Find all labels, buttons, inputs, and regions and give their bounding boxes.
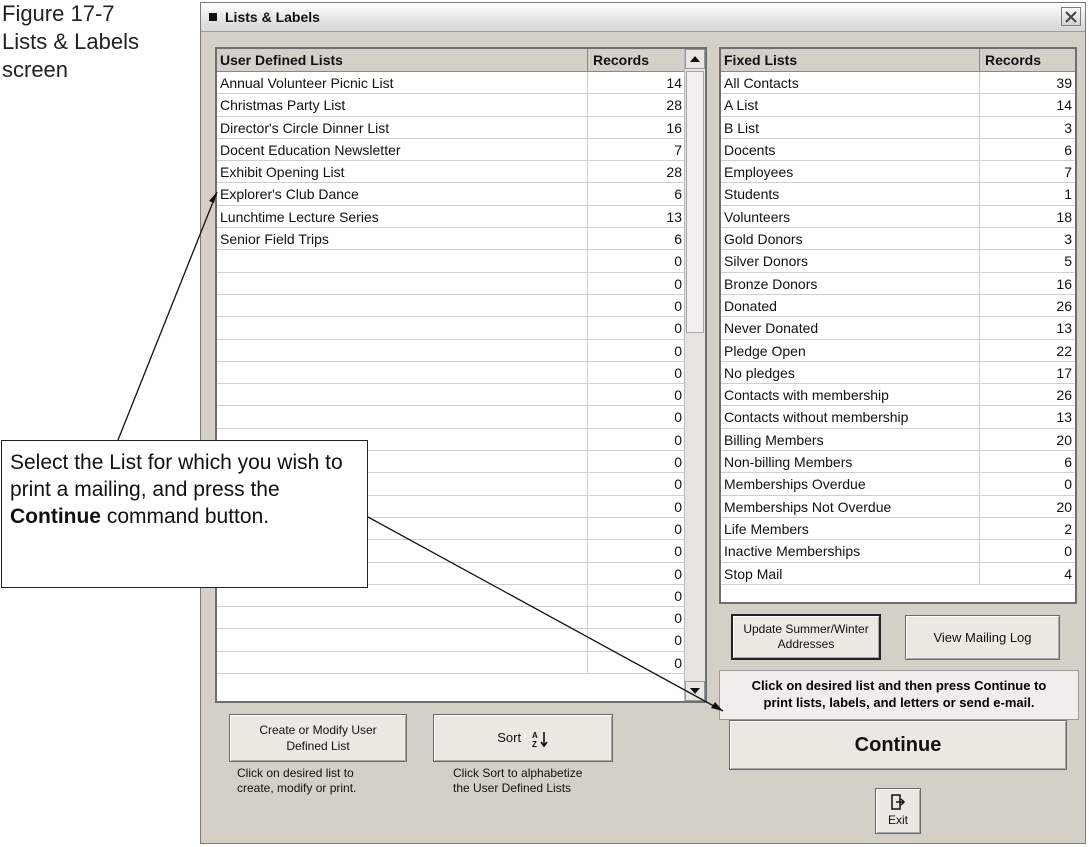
callout-lines [117, 191, 724, 712]
callout-text: Select the List for which you wish to pr… [10, 451, 343, 501]
callout-bold: Continue [10, 505, 101, 528]
callout-text: command button. [100, 505, 270, 528]
instruction-callout: Select the List for which you wish to pr… [1, 440, 368, 588]
